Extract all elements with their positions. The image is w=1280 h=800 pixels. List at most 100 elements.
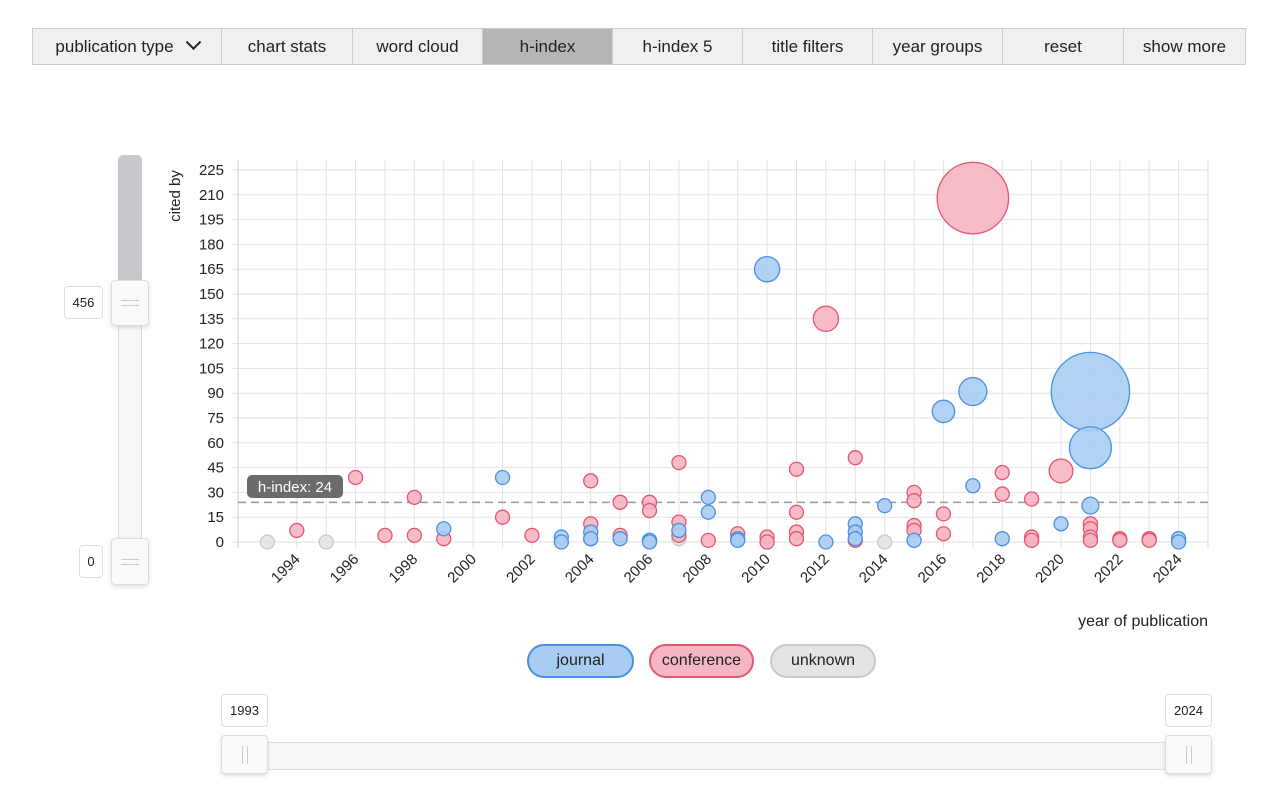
x-tick-label: 2006 (621, 551, 657, 587)
unknown-bubble[interactable] (318, 534, 334, 550)
x-tick-label: 1998 (386, 551, 422, 587)
journal-bubble[interactable] (700, 504, 716, 520)
year-max-handle[interactable] (1165, 735, 1212, 774)
y-tick-label: 225 (199, 162, 224, 179)
conference-bubble[interactable] (788, 531, 805, 547)
journal-bubble[interactable] (1068, 426, 1113, 470)
legend-conference-toggle[interactable]: conference (649, 644, 754, 678)
conference-bubble[interactable] (700, 532, 716, 548)
y-tick-label: 150 (199, 286, 224, 303)
x-tick-label: 2010 (738, 551, 774, 587)
y-axis-label: cited by (167, 170, 184, 222)
journal-bubble[interactable] (958, 376, 988, 407)
conference-bubble[interactable] (1082, 532, 1099, 548)
conference-bubble[interactable] (289, 522, 305, 539)
conference-bubble[interactable] (1048, 458, 1074, 484)
journal-bubble[interactable] (641, 534, 658, 550)
journal-bubble[interactable] (494, 469, 511, 486)
x-tick-label: 1994 (268, 551, 304, 587)
y-tick-label: 210 (199, 187, 224, 204)
unknown-bubble[interactable] (877, 534, 893, 550)
conference-bubble[interactable] (1023, 532, 1040, 548)
x-tick-label: 2000 (444, 551, 480, 587)
y-tick-label: 195 (199, 212, 224, 229)
conference-bubble[interactable] (494, 509, 511, 525)
conference-bubble[interactable] (788, 504, 805, 520)
journal-bubble[interactable] (700, 489, 716, 506)
x-tick-label: 2018 (973, 551, 1009, 587)
journal-bubble[interactable] (553, 534, 569, 550)
journal-bubble[interactable] (436, 521, 452, 537)
legend-unknown-toggle[interactable]: unknown (770, 644, 876, 678)
legend-journal-toggle[interactable]: journal (527, 644, 634, 678)
x-tick-label: 2008 (680, 551, 716, 587)
year-range-slider-track[interactable] (221, 742, 1212, 770)
y-tick-label: 165 (199, 261, 224, 278)
y-tick-label: 135 (199, 311, 224, 328)
journal-bubble[interactable] (906, 532, 922, 548)
year-min-label: 1993 (221, 694, 268, 727)
conference-bubble[interactable] (406, 489, 423, 506)
conference-bubble[interactable] (994, 486, 1010, 502)
journal-bubble[interactable] (1050, 351, 1131, 432)
conference-bubble[interactable] (347, 469, 364, 486)
conference-bubble[interactable] (641, 502, 658, 519)
y-tick-label: 0 (216, 534, 224, 551)
conference-bubble[interactable] (1141, 532, 1157, 548)
y-tick-label: 15 (207, 509, 224, 526)
x-tick-label: 2014 (856, 551, 892, 587)
x-tick-label: 2022 (1091, 551, 1127, 587)
h-index-label: h-index: 24 (258, 479, 332, 496)
x-tick-label: 2024 (1150, 551, 1186, 587)
journal-bubble[interactable] (612, 531, 628, 547)
journal-bubble[interactable] (730, 532, 746, 548)
conference-bubble[interactable] (788, 461, 805, 477)
conference-bubble[interactable] (759, 534, 775, 550)
conference-bubble[interactable] (906, 493, 922, 509)
conference-bubble[interactable] (935, 506, 952, 522)
year-max-label: 2024 (1165, 694, 1212, 727)
x-tick-label: 2004 (562, 551, 598, 587)
journal-bubble[interactable] (965, 478, 981, 494)
y-tick-label: 90 (207, 385, 224, 402)
conference-bubble[interactable] (583, 473, 599, 489)
conference-bubble[interactable] (1023, 491, 1040, 507)
journal-bubble[interactable] (931, 399, 956, 424)
journal-bubble[interactable] (583, 531, 599, 547)
conference-bubble[interactable] (994, 464, 1010, 481)
conference-bubble[interactable] (935, 526, 952, 542)
journal-bubble[interactable] (753, 255, 781, 283)
y-tick-label: 75 (207, 410, 224, 427)
conference-bubble[interactable] (612, 494, 628, 510)
y-tick-label: 180 (199, 236, 224, 253)
x-tick-label: 2012 (797, 551, 833, 587)
journal-bubble[interactable] (671, 522, 687, 539)
y-tick-label: 120 (199, 336, 224, 353)
conference-bubble[interactable] (524, 527, 540, 544)
x-axis-label: year of publication (1078, 613, 1208, 630)
journal-bubble[interactable] (877, 497, 893, 514)
conference-bubble[interactable] (1112, 532, 1128, 548)
journal-bubble[interactable] (1170, 534, 1187, 550)
journal-bubble[interactable] (818, 534, 834, 550)
x-tick-label: 1996 (327, 551, 363, 587)
x-tick-label: 2016 (915, 551, 951, 587)
x-tick-label: 2020 (1032, 551, 1068, 587)
x-tick-label: 2002 (503, 551, 539, 587)
conference-bubble[interactable] (671, 454, 687, 471)
conference-bubble[interactable] (377, 527, 393, 544)
conference-bubble[interactable] (847, 450, 863, 466)
journal-bubble[interactable] (1053, 516, 1069, 532)
journal-bubble[interactable] (1081, 496, 1100, 515)
bubble-chart: 0 15 30 45 60 75 90 105 120 135 150 165 180 195 210 225… (167, 160, 1209, 630)
journal-bubble[interactable] (847, 531, 863, 547)
y-tick-label: 45 (207, 460, 224, 477)
y-tick-label: 30 (207, 484, 224, 501)
conference-bubble[interactable] (406, 527, 423, 544)
conference-bubble[interactable] (936, 161, 1010, 235)
unknown-bubble[interactable] (259, 534, 276, 550)
y-tick-label: 60 (207, 435, 224, 452)
journal-bubble[interactable] (994, 531, 1010, 547)
year-min-handle[interactable] (221, 735, 268, 774)
conference-bubble[interactable] (812, 305, 840, 333)
